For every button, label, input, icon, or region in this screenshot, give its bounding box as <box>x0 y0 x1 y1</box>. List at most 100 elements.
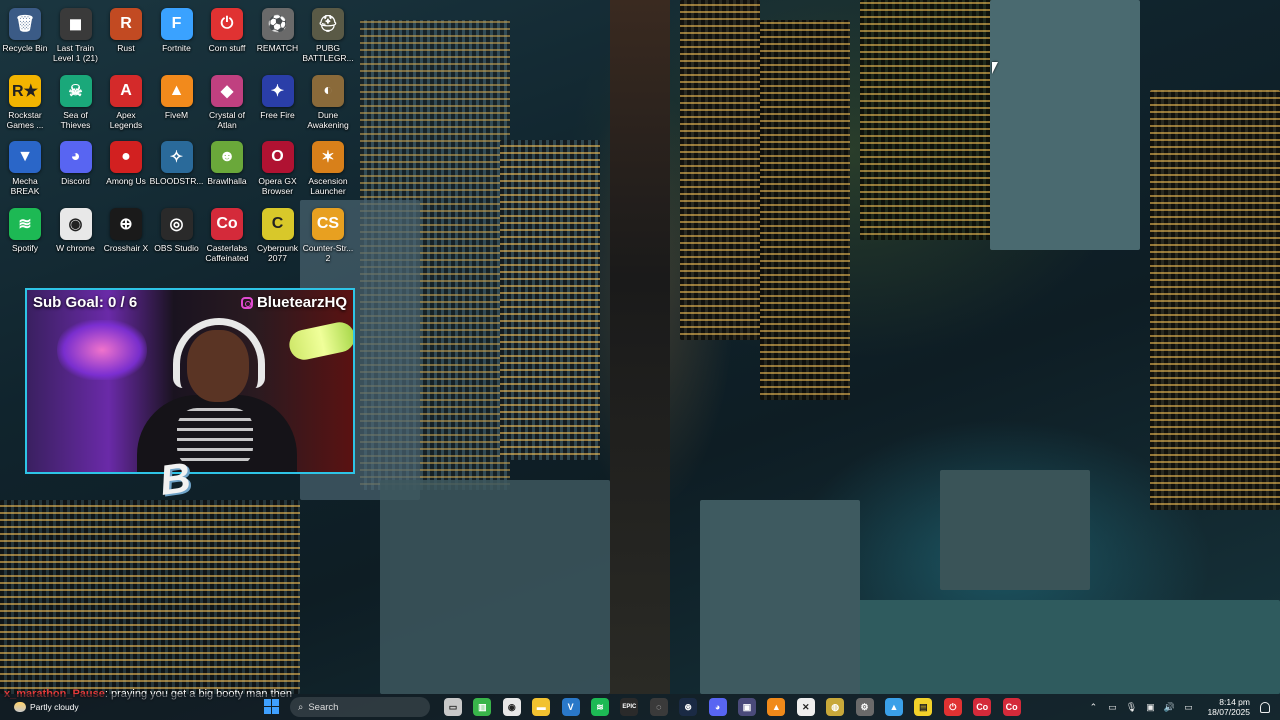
opera-gx-icon: O <box>261 141 294 173</box>
desktop-icon[interactable]: Co Casterlabs Caffeinated <box>202 204 252 266</box>
desktop-icon[interactable]: ◆ Crystal of Atlan <box>202 71 252 133</box>
wallpaper-street <box>610 0 670 694</box>
desktop-icon-label: Cyberpunk 2077 <box>256 242 299 263</box>
ea-icon[interactable]: ◌ <box>649 698 668 716</box>
fortnite-icon: F <box>160 8 193 40</box>
pubg-icon: ⛑ <box>312 8 344 40</box>
desktop-icon-label: Discord <box>61 176 90 186</box>
desktop-icon-label: Among Us <box>106 176 146 186</box>
start-button[interactable] <box>264 699 279 714</box>
wallpaper-building <box>380 480 610 694</box>
xbox-icon[interactable]: ▥ <box>473 698 492 716</box>
epic-games-icon[interactable]: EPIC <box>620 698 639 716</box>
wallpaper-building <box>1150 90 1280 510</box>
chevron-up-icon[interactable]: ⌃ <box>1086 702 1100 713</box>
desktop-icon[interactable]: ⊕ Crosshair X <box>101 204 151 266</box>
desktop-icon[interactable]: ≋ Spotify <box>0 204 50 266</box>
desktop-icon[interactable]: A Apex Legends <box>101 71 151 133</box>
desktop-icon[interactable]: 🗑 Recycle Bin <box>0 4 50 66</box>
spotify-icon: ≋ <box>9 207 41 240</box>
desktop-icon-label: Crystal of Atlan <box>209 109 245 130</box>
vscode-icon[interactable]: V <box>561 698 580 716</box>
desktop-icon[interactable]: ☻ Brawlhalla <box>202 137 252 199</box>
notification-bell-icon[interactable] <box>1260 701 1270 713</box>
obs-studio-icon: ◎ <box>160 207 193 240</box>
dune-awakening-icon: ◐ <box>312 74 344 107</box>
desktop-icon-label: Rust <box>117 43 135 53</box>
skeleton-print <box>177 408 253 468</box>
desktop-icon[interactable]: ⏻ Corn stuff <box>202 4 252 66</box>
spotify-icon[interactable]: ≋ <box>591 698 609 716</box>
desktop-icon-label: REMATCH <box>256 43 299 53</box>
desktop-icon-label: Ascension Launcher <box>308 176 348 196</box>
photos-icon[interactable]: ▣ <box>738 698 756 716</box>
chrome-icon[interactable]: ◉ <box>502 698 521 716</box>
desktop-icon[interactable]: R★ Rockstar Games ... <box>0 71 50 133</box>
weather-widget[interactable]: Partly cloudy <box>14 694 79 720</box>
wallpaper-building <box>700 500 860 694</box>
webcam-overlay: Sub Goal: 0 / 6 BluetearzHQ <box>25 288 355 474</box>
desktop-icon[interactable]: R Rust <box>101 4 151 66</box>
power-icon[interactable]: ⏻ <box>943 698 962 716</box>
desktop-icon[interactable]: ◼ Last Train Level 1 (21) <box>51 4 101 66</box>
desktop-icon-label: Crosshair X <box>103 242 149 253</box>
sub-goal-counter: Sub Goal: 0 / 6 <box>33 294 138 311</box>
wallpaper-building <box>940 470 1090 590</box>
desktop-icon-label: BLOODSTR... <box>149 176 204 186</box>
desktop-icon[interactable]: C Cyberpunk 2077 <box>253 204 303 266</box>
desktop-icon[interactable]: ☠ Sea of Thieves <box>51 71 101 133</box>
desktop-icon[interactable]: ◕ Discord <box>51 137 101 199</box>
desktop-icon[interactable]: ✶ Ascension Launcher <box>303 137 353 199</box>
desktop-icon[interactable]: ◉ W chrome <box>51 204 101 266</box>
windows-logo-icon <box>272 707 279 714</box>
volume-icon[interactable]: 🔊 <box>1162 702 1176 713</box>
casterlabs-active-icon[interactable]: Co <box>1002 698 1021 716</box>
desktop-icon-label: Free Fire <box>260 109 295 120</box>
settings-icon[interactable]: ⚙ <box>855 698 874 716</box>
wallpaper-building <box>990 0 1140 250</box>
ascension-launcher-icon: ✶ <box>312 141 344 173</box>
desktop-icon[interactable]: ✧ BLOODSTR... <box>150 137 203 199</box>
microphone-icon[interactable]: 🎙 <box>1124 702 1138 713</box>
desktop-icon[interactable]: ⚽ REMATCH <box>253 4 303 66</box>
desktop-icon[interactable]: CS Counter-Str... 2 <box>303 204 353 266</box>
wallpaper-building <box>680 0 760 340</box>
desktop-icon[interactable]: O Opera GX Browser <box>253 137 303 199</box>
vlc-icon[interactable]: ▲ <box>767 698 786 716</box>
desktop-icon-label: W chrome <box>56 242 95 253</box>
desktop-icon[interactable]: F Fortnite <box>152 4 202 66</box>
capcut-icon[interactable]: ✕ <box>796 698 815 716</box>
taskbar-clock[interactable]: 8:14 pm 18/07/2025 <box>1207 697 1250 717</box>
desktop-icon[interactable]: ⛑ PUBG BATTLEGR... <box>302 4 354 66</box>
headphones <box>173 318 265 388</box>
instagram-icon <box>240 296 253 309</box>
desktop-icon-label: PUBG BATTLEGR... <box>302 43 354 63</box>
sticky-notes-icon[interactable]: ▤ <box>914 698 933 716</box>
crosshair-x-icon: ⊕ <box>110 207 142 240</box>
photos-app-icon[interactable]: ▲ <box>885 698 903 716</box>
desktop-icon[interactable]: ✦ Free Fire <box>253 71 303 133</box>
network-icon[interactable]: ▣ <box>1143 702 1157 713</box>
recycle-bin-icon: 🗑 <box>9 8 41 40</box>
cyberpunk-icon: C <box>261 207 294 240</box>
desktop-icon[interactable]: ◐ Dune Awakening <box>303 71 353 133</box>
overwolf-icon[interactable]: ◍ <box>826 698 845 716</box>
windows-logo-icon <box>264 707 271 714</box>
wallpaper-building <box>0 500 300 694</box>
tray-app-icon[interactable]: ▭ <box>1105 702 1119 713</box>
file-icon[interactable]: ▭ <box>444 698 462 716</box>
casterlabs-icon[interactable]: Co <box>973 698 992 716</box>
rust-icon: R <box>110 8 142 40</box>
desktop-icon[interactable]: ▲ FiveM <box>152 71 202 133</box>
taskbar-search-box[interactable]: ⌕ Search <box>290 697 430 717</box>
desktop-icon[interactable]: ▼ Mecha BREAK <box>0 137 50 199</box>
desktop-icon[interactable]: ● Among Us <box>101 137 151 199</box>
wallpaper-building <box>830 600 1280 694</box>
desktop-icon[interactable]: ◎ OBS Studio <box>152 204 202 266</box>
clock-date: 18/07/2025 <box>1207 707 1250 717</box>
desktop-icon-label: Counter-Str... 2 <box>302 242 354 263</box>
file-explorer-icon[interactable]: ▬ <box>532 698 551 716</box>
battery-icon[interactable]: ▭ <box>1181 702 1195 713</box>
steam-icon[interactable]: ⊛ <box>679 698 698 716</box>
discord-icon[interactable]: ◕ <box>708 698 727 716</box>
